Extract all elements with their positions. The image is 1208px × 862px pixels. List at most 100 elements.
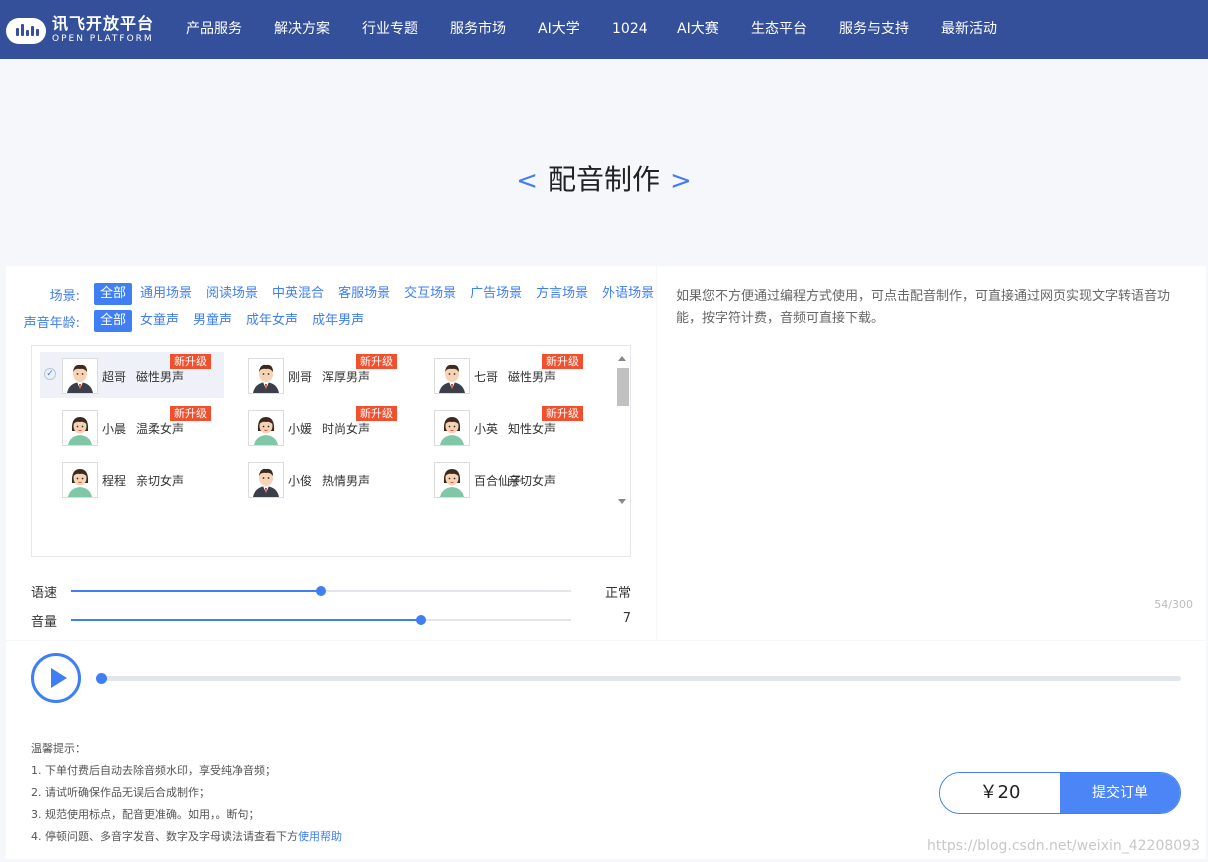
female-avatar-icon [62, 410, 98, 446]
scene-chip-all[interactable]: 全部 [94, 283, 133, 305]
scene-chip-interactive[interactable]: 交互场景 [398, 283, 462, 305]
nav-item-1024[interactable]: 1024 [612, 19, 648, 39]
audio-progress-bar[interactable] [96, 673, 1181, 684]
scene-chip-service[interactable]: 客服场景 [332, 283, 396, 305]
logo-icon [6, 14, 46, 46]
logo-title: 讯飞开放平台 [52, 14, 155, 33]
audio-progress-handle[interactable] [96, 673, 107, 684]
nav-item-support[interactable]: 服务与支持 [839, 19, 909, 39]
tips-line-1: 1. 下单付费后自动去除音频水印，享受纯净音频； [31, 764, 276, 777]
scene-chip-foreign[interactable]: 外语场景 [596, 283, 660, 305]
help-link[interactable]: 使用帮助 [298, 830, 342, 843]
scene-filter: 场景: 全部 通用场景 阅读场景 中英混合 客服场景 交互场景 广告场景 方言场… [6, 283, 662, 305]
speed-slider-fill [71, 590, 321, 592]
scene-filter-label: 场景: [49, 288, 80, 304]
page-title: < 配音制作 > [0, 160, 1208, 201]
nav-item-ai-contest[interactable]: AI大赛 [677, 19, 719, 39]
speed-value: 正常 [604, 586, 631, 601]
nav-item-events[interactable]: 最新活动 [941, 19, 997, 39]
voice-description: 温柔女声 [136, 422, 185, 436]
volume-slider-fill [71, 619, 421, 621]
voice-item[interactable]: ✓ 超哥 磁性男声 新升级 [40, 352, 224, 398]
scene-chip-dialect[interactable]: 方言场景 [530, 283, 594, 305]
scene-chip-general[interactable]: 通用场景 [134, 283, 198, 305]
text-editor[interactable]: 如果您不方便通过编程方式使用，可点击配音制作，可直接通过网页实现文字转语音功能，… [657, 266, 1206, 640]
new-upgrade-badge: 新升级 [356, 354, 397, 369]
editor-text[interactable]: 如果您不方便通过编程方式使用，可点击配音制作，可直接通过网页实现文字转语音功能，… [676, 286, 1186, 330]
age-filter: 声音年龄: 全部 女童声 男童声 成年女声 成年男声 [6, 310, 372, 332]
nav-item-solutions[interactable]: 解决方案 [274, 19, 330, 39]
tips-line-4-text: 4. 停顿问题、多音字发音、数字及字母读法请查看下方 [31, 830, 298, 843]
voice-item[interactable]: 百合仙子 亲切女声 [412, 456, 596, 502]
voice-description: 磁性男声 [508, 370, 557, 384]
voice-settings-panel: 场景: 全部 通用场景 阅读场景 中英混合 客服场景 交互场景 广告场景 方言场… [6, 266, 656, 640]
nav-item-products[interactable]: 产品服务 [186, 19, 242, 39]
voice-item[interactable]: 小俊 热情男声 [226, 456, 410, 502]
male-avatar-icon [62, 358, 98, 394]
female-avatar-icon [62, 462, 98, 498]
next-arrow-icon[interactable]: > [670, 166, 692, 196]
speed-slider[interactable] [71, 586, 571, 596]
play-button[interactable] [31, 653, 81, 703]
female-avatar-icon [434, 462, 470, 498]
voice-name: 小英 [474, 422, 499, 436]
volume-value: 7 [622, 611, 631, 626]
speed-slider-handle[interactable] [316, 586, 326, 596]
voice-item[interactable]: 刚哥 浑厚男声 新升级 [226, 352, 410, 398]
age-chip-boy[interactable]: 男童声 [187, 310, 238, 332]
watermark: https://blog.csdn.net/weixin_42208093 [926, 838, 1200, 854]
nav-item-ecosystem[interactable]: 生态平台 [751, 19, 807, 39]
scene-chip-mixed[interactable]: 中英混合 [266, 283, 330, 305]
age-chip-adult-female[interactable]: 成年女声 [240, 310, 304, 332]
new-upgrade-badge: 新升级 [170, 406, 211, 421]
voice-name: 小俊 [288, 474, 313, 488]
volume-slider-handle[interactable] [416, 615, 426, 625]
voice-description: 时尚女声 [322, 422, 371, 436]
speed-slider-row: 语速 正常 [31, 580, 631, 601]
new-upgrade-badge: 新升级 [170, 354, 211, 369]
male-avatar-icon [248, 462, 284, 498]
prev-arrow-icon[interactable]: < [516, 166, 538, 196]
scene-chip-ads[interactable]: 广告场景 [464, 283, 528, 305]
voice-item[interactable]: 程程 亲切女声 [40, 456, 224, 502]
scroll-up-icon[interactable] [618, 356, 626, 361]
age-filter-label: 声音年龄: [23, 315, 80, 331]
scroll-down-icon[interactable] [618, 499, 626, 504]
female-avatar-icon [248, 410, 284, 446]
new-upgrade-badge: 新升级 [356, 406, 397, 421]
age-chip-adult-male[interactable]: 成年男声 [306, 310, 370, 332]
voice-description: 亲切女声 [508, 474, 557, 488]
scroll-thumb[interactable] [617, 368, 629, 406]
tips: 温馨提示： 1. 下单付费后自动去除音频水印，享受纯净音频； 2. 请试听确保作… [31, 738, 342, 848]
tips-line-3: 3. 规范使用标点，配音更准确。如用，。断句； [31, 808, 260, 821]
voice-item[interactable]: 七哥 磁性男声 新升级 [412, 352, 596, 398]
scene-chip-reading[interactable]: 阅读场景 [200, 283, 264, 305]
voice-description: 磁性男声 [136, 370, 185, 384]
nav-item-market[interactable]: 服务市场 [450, 19, 506, 39]
top-nav: 讯飞开放平台 OPEN PLATFORM 产品服务 解决方案 行业专题 服务市场… [0, 0, 1208, 59]
male-avatar-icon [434, 358, 470, 394]
voice-name: 小媛 [288, 422, 313, 436]
voice-list: ✓ 超哥 磁性男声 新升级 刚哥 浑厚男声 新升级 七哥 磁性男声 新升级 小晨 温柔女声 新升级 小媛时… [31, 345, 631, 557]
age-chip-girl[interactable]: 女童声 [134, 310, 185, 332]
voice-item[interactable]: 小媛 时尚女声 新升级 [226, 404, 410, 450]
voice-name: 七哥 [474, 370, 499, 384]
volume-slider[interactable] [71, 615, 571, 625]
tips-line-2: 2. 请试听确保作品无误后合成制作； [31, 786, 210, 799]
nav-item-ai-university[interactable]: AI大学 [538, 19, 580, 39]
logo-subtitle: OPEN PLATFORM [52, 34, 154, 44]
submit-order-button[interactable]: 提交订单 [1060, 773, 1180, 813]
order-box: ￥20 提交订单 [939, 772, 1181, 814]
voice-name: 刚哥 [288, 370, 313, 384]
voice-list-scrollbar[interactable] [616, 352, 629, 508]
nav-item-industry[interactable]: 行业专题 [362, 19, 418, 39]
voice-item[interactable]: 小晨 温柔女声 新升级 [40, 404, 224, 450]
male-avatar-icon [248, 358, 284, 394]
voice-item[interactable]: 小英 知性女声 新升级 [412, 404, 596, 450]
voice-description: 热情男声 [322, 474, 371, 488]
voice-description: 亲切女声 [136, 474, 185, 488]
voice-description: 浑厚男声 [322, 370, 371, 384]
logo[interactable]: 讯飞开放平台 OPEN PLATFORM [6, 10, 166, 50]
page-title-text: 配音制作 [547, 163, 660, 196]
age-chip-all[interactable]: 全部 [94, 310, 133, 332]
